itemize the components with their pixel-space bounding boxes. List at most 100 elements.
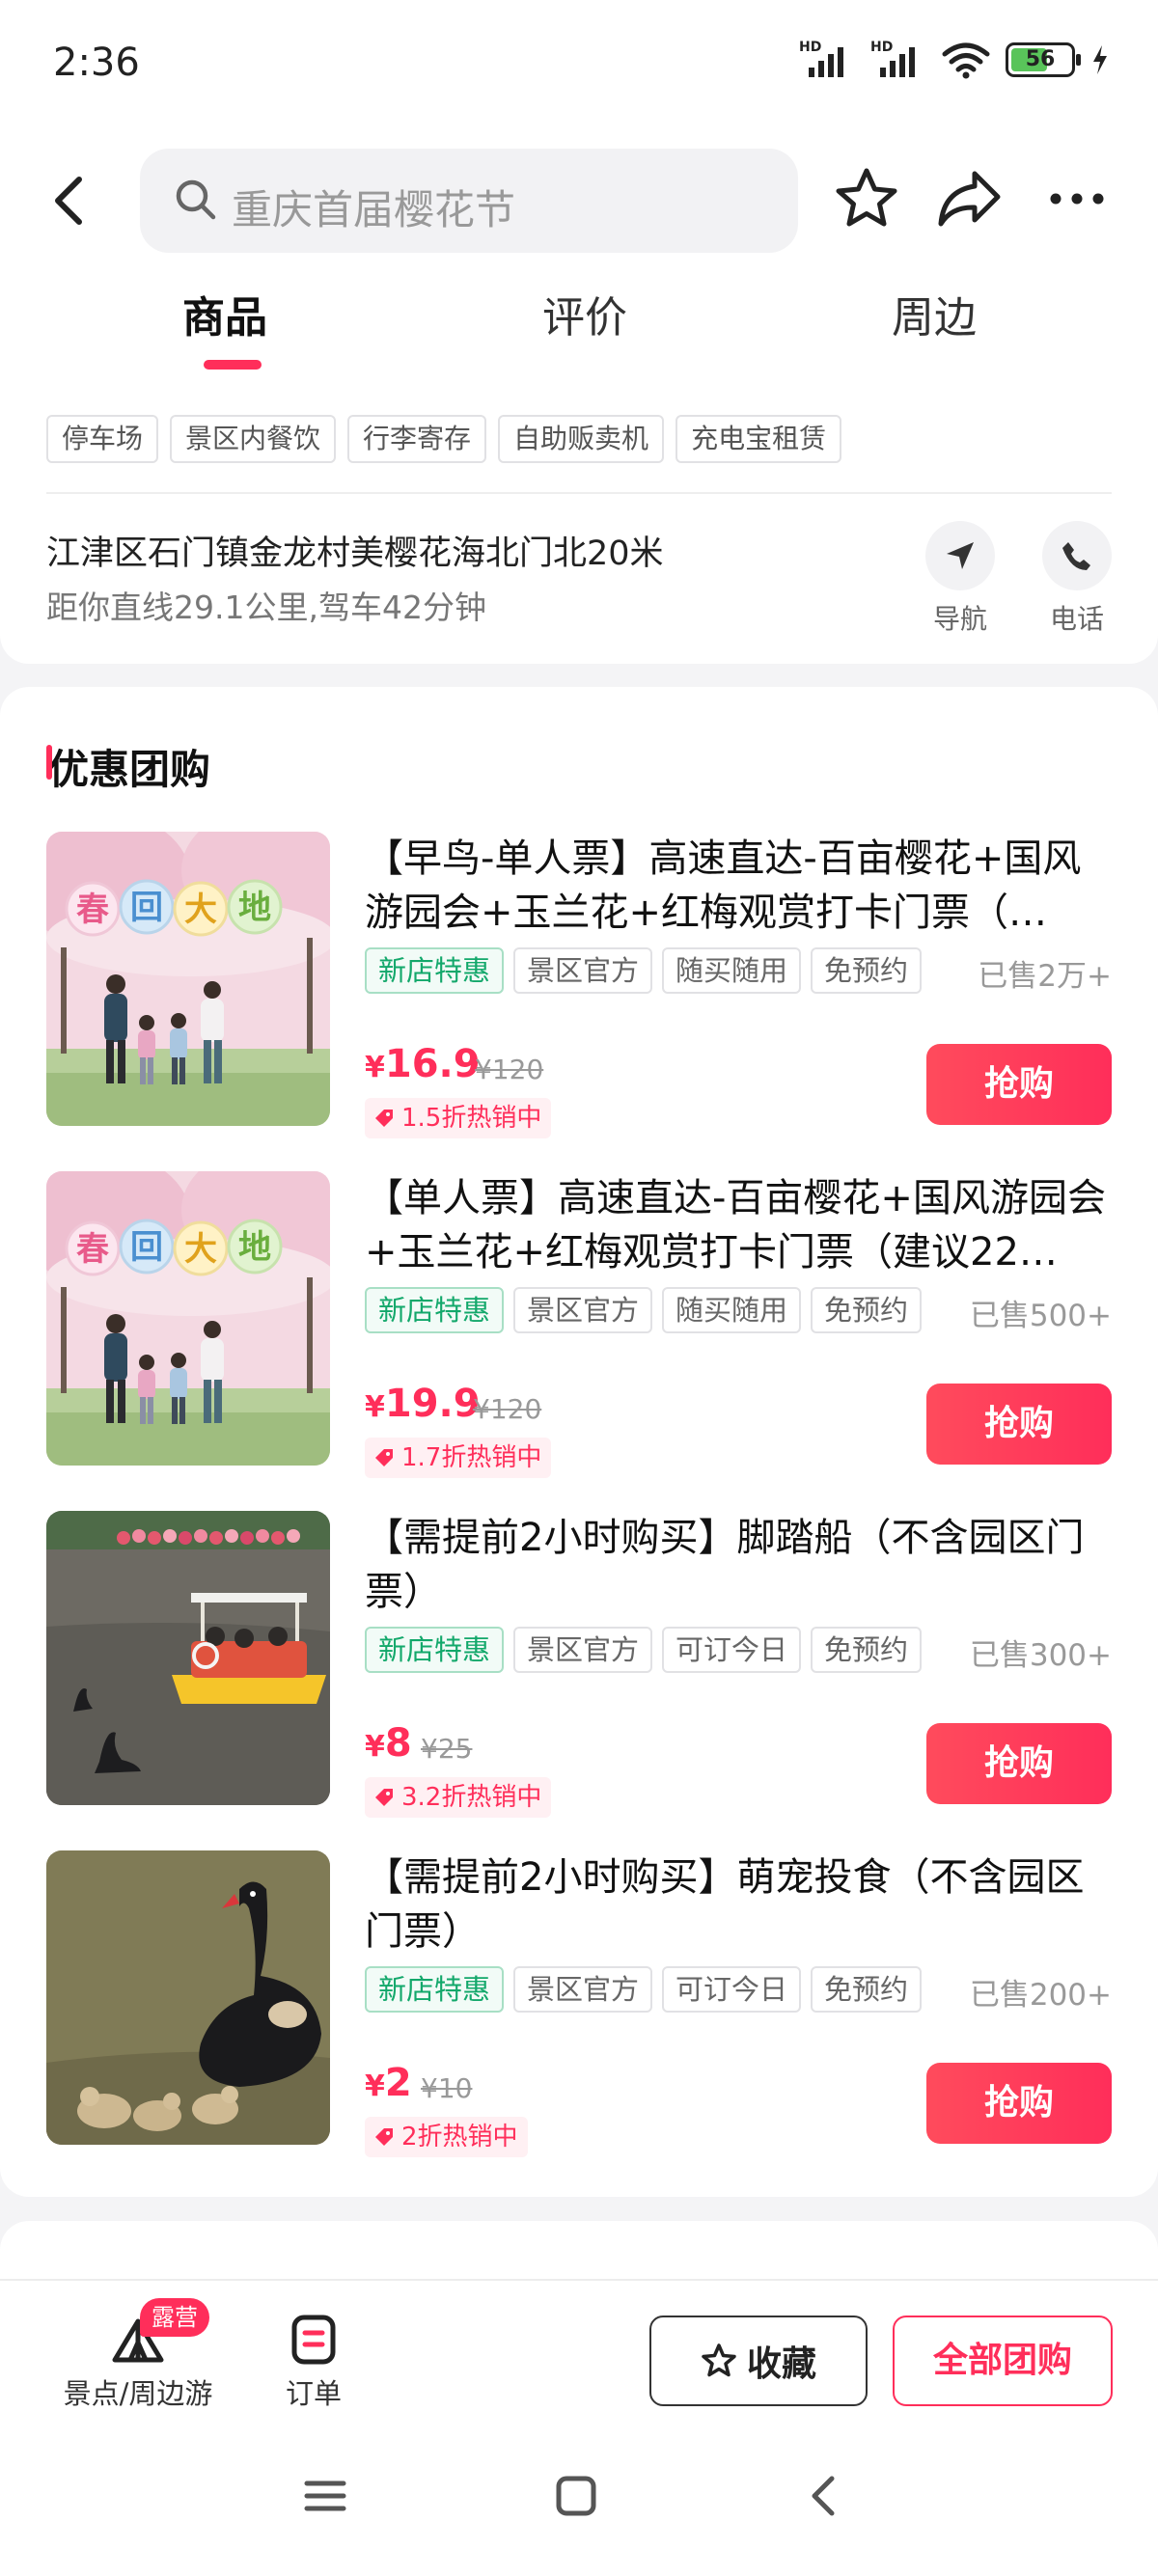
back-icon[interactable] — [46, 172, 95, 230]
deal-image[interactable]: 春 回 大 地 — [46, 832, 330, 1126]
svg-text:春: 春 — [76, 891, 109, 929]
charging-icon — [1093, 45, 1107, 74]
svg-text:春: 春 — [76, 1230, 109, 1269]
sold-count: 已售2万+ — [978, 959, 1112, 994]
hot-badge: 2折热销中 — [365, 2117, 528, 2157]
signal-icon: HD — [799, 41, 855, 79]
hot-text: 3.2折热销中 — [401, 1783, 542, 1812]
hot-text: 1.5折热销中 — [401, 1104, 542, 1133]
orders-nav[interactable]: 订单 — [275, 2314, 352, 2412]
favorite-button[interactable]: 收藏 — [649, 2316, 868, 2406]
deal-title[interactable]: 【需提前2小时购买】萌宠投食（不含园区门票） — [365, 1850, 1117, 1959]
hot-text: 2折热销中 — [401, 2123, 518, 2151]
deal-tags: 新店特惠 景区官方 随买随用 免预约 — [365, 947, 923, 994]
deal-tag: 景区官方 — [513, 1966, 653, 2013]
buy-button[interactable]: 抢购 — [926, 1384, 1112, 1465]
svg-text:地: 地 — [238, 1228, 271, 1267]
deal-tag: 新店特惠 — [365, 1627, 505, 1673]
hot-badge: 1.7折热销中 — [365, 1438, 552, 1478]
deal-title[interactable]: 【单人票】高速直达-百亩樱花+国风游园会+玉兰花+红梅观赏打卡门票（建议22… — [365, 1171, 1117, 1279]
price-value: 16.9 — [384, 1042, 481, 1086]
navigation-icon — [947, 542, 974, 569]
deal-price: ¥8 — [365, 1721, 412, 1766]
navigate-button[interactable]: 导航 — [922, 521, 999, 637]
facility-tags: 停车场 景区内餐饮 行李寄存 自助贩卖机 充电宝租赁 — [46, 415, 842, 463]
phone-button[interactable]: 电话 — [1038, 521, 1116, 637]
page: 2:36 HD HD 56 重庆首届樱花节 商品 评价 周边 停车场 景区内餐饮… — [0, 0, 1158, 2576]
battery-level: 56 — [1025, 47, 1056, 71]
star-icon[interactable] — [832, 164, 901, 233]
menu-icon[interactable] — [301, 2472, 349, 2520]
deal-tag: 景区官方 — [513, 1287, 653, 1333]
wifi-icon — [942, 42, 990, 79]
svg-text:回: 回 — [130, 1228, 163, 1267]
deal-tag: 免预约 — [811, 1966, 923, 2013]
home-icon[interactable] — [552, 2472, 600, 2520]
deal-item[interactable]: 【需提前2小时购买】脚踏船（不含园区门票） 新店特惠 景区官方 可订今日 免预约… — [0, 1511, 1158, 1818]
deal-item[interactable]: 春 回 大 地 — [0, 832, 1158, 1138]
buy-button[interactable]: 抢购 — [926, 1044, 1112, 1125]
tag-icon — [375, 1789, 393, 1806]
deal-title[interactable]: 【需提前2小时购买】脚踏船（不含园区门票） — [365, 1511, 1117, 1619]
search-input[interactable]: 重庆首届樱花节 — [140, 149, 798, 253]
navigate-label: 导航 — [932, 603, 987, 635]
buy-button[interactable]: 抢购 — [926, 1723, 1112, 1804]
battery-icon: 56 — [1006, 42, 1081, 77]
info-card: 停车场 景区内餐饮 行李寄存 自助贩卖机 充电宝租赁 江津区石门镇金龙村美樱花海… — [0, 400, 1158, 664]
distance: 距你直线29.1公里,驾车42分钟 — [46, 589, 486, 626]
sold-count: 已售200+ — [969, 1978, 1112, 2013]
deal-tag: 新店特惠 — [365, 1966, 505, 2013]
deal-item[interactable]: 【需提前2小时购买】萌宠投食（不含园区门票） 新店特惠 景区官方 可订今日 免预… — [0, 1850, 1158, 2157]
deal-price: ¥2 — [365, 2061, 412, 2105]
tab-goods[interactable]: 商品 — [182, 283, 267, 344]
deal-tag: 景区官方 — [513, 947, 653, 994]
deal-item[interactable]: 春 回 大 地 — [0, 1171, 1158, 1478]
share-icon[interactable] — [934, 164, 1004, 233]
buy-button[interactable]: 抢购 — [926, 2063, 1112, 2144]
bottom-action-bar: 景点/周边游 露营 订单 收藏 全部团购 — [0, 2279, 1158, 2424]
more-icon[interactable] — [1042, 164, 1112, 233]
tab-reviews[interactable]: 评价 — [542, 283, 627, 344]
sold-count: 已售300+ — [969, 1638, 1112, 1673]
price-value: 19.9 — [384, 1382, 481, 1426]
order-icon — [291, 2315, 336, 2365]
address[interactable]: 江津区石门镇金龙村美樱花海北门北20米 — [46, 526, 664, 575]
facility-tag: 充电宝租赁 — [676, 415, 842, 463]
all-deals-button[interactable]: 全部团购 — [893, 2316, 1113, 2406]
original-price: ¥120 — [475, 1054, 544, 1085]
price-value: 2 — [384, 2061, 412, 2105]
hot-badge: 1.5折热销中 — [365, 1098, 552, 1138]
section-title-text: 优惠团购 — [48, 746, 211, 793]
deal-tag: 景区官方 — [513, 1627, 653, 1673]
search-placeholder: 重庆首届樱花节 — [232, 186, 516, 233]
deal-tags: 新店特惠 景区官方 可订今日 免预约 — [365, 1627, 923, 1673]
currency-symbol: ¥ — [365, 1390, 385, 1424]
back-nav-icon[interactable] — [801, 2472, 849, 2520]
tag-icon — [375, 2128, 393, 2146]
currency-symbol: ¥ — [365, 1730, 385, 1764]
deal-image[interactable] — [46, 1850, 330, 2145]
deal-tag: 免预约 — [811, 947, 923, 994]
search-icon — [176, 179, 216, 220]
title-accent — [46, 745, 52, 780]
favorite-label: 收藏 — [746, 2344, 816, 2384]
tab-active-indicator — [204, 360, 262, 370]
deal-image[interactable]: 春 回 大 地 — [46, 1171, 330, 1466]
deal-tags: 新店特惠 景区官方 随买随用 免预约 — [365, 1287, 923, 1333]
currency-symbol: ¥ — [365, 2069, 385, 2103]
currency-symbol: ¥ — [365, 1051, 385, 1084]
deal-tag: 免预约 — [811, 1627, 923, 1673]
svg-text:大: 大 — [184, 891, 217, 929]
svg-text:地: 地 — [238, 889, 271, 927]
facility-tag: 景区内餐饮 — [170, 415, 337, 463]
tab-nearby[interactable]: 周边 — [892, 283, 977, 344]
deal-tag: 随买随用 — [662, 947, 802, 994]
section-title: 优惠团购 — [46, 737, 211, 796]
facility-tag: 停车场 — [46, 415, 159, 463]
deal-title[interactable]: 【早鸟-单人票】高速直达-百亩樱花+国风游园会+玉兰花+红梅观赏打卡门票（… — [365, 832, 1117, 940]
status-time: 2:36 — [53, 41, 140, 85]
star-outline-icon — [702, 2343, 736, 2377]
deal-image[interactable] — [46, 1511, 330, 1805]
status-icons: HD HD 56 — [799, 41, 1110, 79]
deal-price: ¥19.9 — [365, 1382, 481, 1426]
